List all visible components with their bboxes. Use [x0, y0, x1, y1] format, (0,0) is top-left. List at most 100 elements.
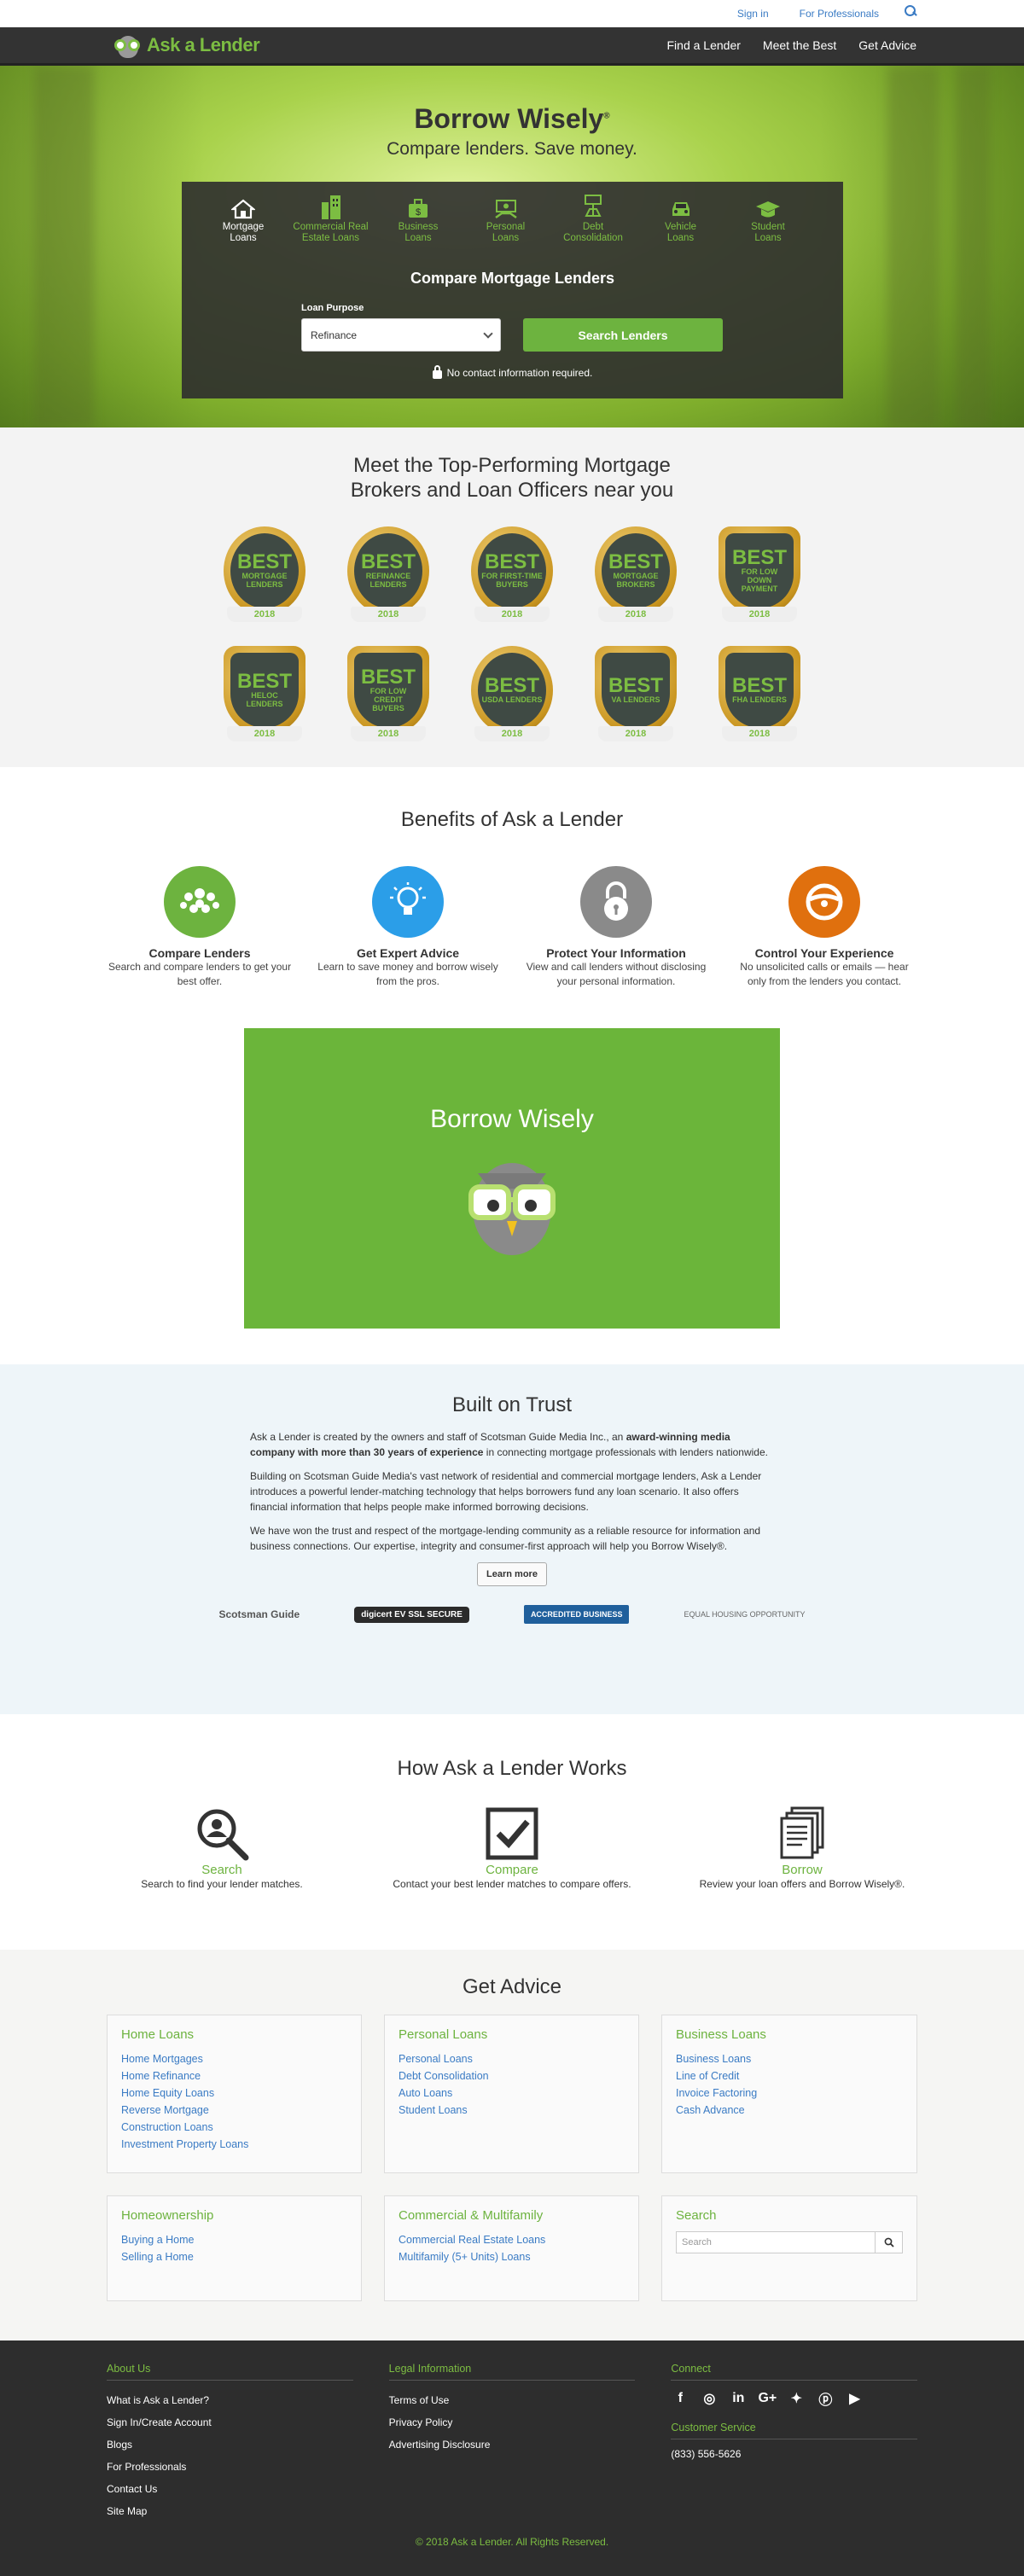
best-badge[interactable]: BEST HELOC LENDERS 2018	[222, 646, 307, 745]
advice-link[interactable]: Cash Advance	[676, 2104, 745, 2116]
learn-more-button[interactable]: Learn more	[477, 1562, 547, 1586]
best-badge[interactable]: BEST MORTGAGE LENDERS 2018	[222, 526, 307, 625]
advice-link[interactable]: Invoice Factoring	[676, 2087, 757, 2099]
list-item: Selling a Home	[121, 2248, 347, 2265]
list-item: Multifamily (5+ Units) Loans	[399, 2248, 625, 2265]
nav-meet-the-best[interactable]: Meet the Best	[763, 38, 836, 52]
main-nav: Ask a Lender Find a Lender Meet the Best…	[0, 27, 1024, 66]
footer: About Us What is Ask a Lender? Sign In/Cr…	[0, 2340, 1024, 2576]
footer-link[interactable]: For Professionals	[107, 2456, 353, 2478]
list-item: Home Mortgages	[121, 2050, 347, 2067]
advice-link[interactable]: Investment Property Loans	[121, 2138, 248, 2150]
advice-link[interactable]: Student Loans	[399, 2104, 468, 2116]
advice-link[interactable]: Commercial Real Estate Loans	[399, 2234, 545, 2246]
nav-get-advice[interactable]: Get Advice	[858, 38, 916, 52]
list-item: Buying a Home	[121, 2231, 347, 2248]
best-badge[interactable]: BEST USDA LENDERS 2018	[469, 646, 555, 745]
sign-in-link[interactable]: Sign in	[737, 8, 769, 20]
advice-link[interactable]: Construction Loans	[121, 2121, 213, 2133]
advice-link[interactable]: Home Equity Loans	[121, 2087, 214, 2099]
best-badge[interactable]: BEST MORTGAGE BROKERS 2018	[593, 526, 678, 625]
instagram-icon[interactable]: ◎	[700, 2389, 719, 2408]
footer-link[interactable]: Terms of Use	[389, 2389, 636, 2411]
advice-link[interactable]: Buying a Home	[121, 2234, 194, 2246]
badge-category: USDA LENDERS	[481, 695, 543, 704]
best-section-title: Meet the Top-Performing Mortgage Brokers…	[350, 454, 674, 502]
tab-debt-consolidation[interactable]: Debt Consolidation	[552, 194, 634, 244]
list-item: Business Loans	[676, 2050, 903, 2067]
badge-word: BEST	[236, 550, 292, 573]
footer-link[interactable]: Privacy Policy	[389, 2411, 636, 2434]
owl-mascot-icon	[468, 1163, 556, 1255]
advice-link[interactable]: Line of Credit	[676, 2070, 739, 2082]
footer-link[interactable]: Contact Us	[107, 2478, 353, 2500]
footer-link[interactable]: Advertising Disclosure	[389, 2434, 636, 2456]
best-badge[interactable]: BEST FOR LOW CREDIT BUYERS 2018	[346, 646, 431, 745]
benefit-control-experience: Control Your Experience No unsolicited c…	[730, 866, 919, 989]
tab-business-loans[interactable]: $ Business Loans	[377, 194, 459, 244]
benefit-protect-information: Protect Your Information View and call l…	[521, 866, 711, 989]
tab-mortgage-loans[interactable]: Mortgage Loans	[202, 194, 284, 244]
advice-link[interactable]: Reverse Mortgage	[121, 2104, 209, 2116]
badge-year: 2018	[227, 726, 302, 741]
advice-link[interactable]: Home Mortgages	[121, 2053, 203, 2065]
card-home-loans: Home Loans Home Mortgages Home Refinance H…	[107, 2015, 362, 2173]
for-professionals-link[interactable]: For Professionals	[800, 8, 879, 20]
advice-link[interactable]: Personal Loans	[399, 2053, 473, 2065]
linkedin-icon[interactable]: in	[729, 2389, 748, 2408]
scale-icon	[552, 194, 634, 219]
advice-link[interactable]: Selling a Home	[121, 2251, 194, 2263]
badge-word: BEST	[360, 666, 416, 689]
advice-link[interactable]: Business Loans	[676, 2053, 751, 2065]
tab-commercial-real-estate-loans[interactable]: Commercial Real Estate Loans	[290, 194, 372, 244]
advice-link[interactable]: Multifamily (5+ Units) Loans	[399, 2251, 531, 2263]
footer-link[interactable]: Sign In/Create Account	[107, 2411, 353, 2434]
badge-category: REFINANCE LENDERS	[365, 572, 411, 589]
benefits-section: Benefits of Ask a Lender Compare Lenders…	[0, 767, 1024, 1364]
best-badge[interactable]: BEST FOR FIRST-TIME BUYERS 2018	[469, 526, 555, 625]
list-item: Investment Property Loans	[121, 2136, 347, 2153]
logo-text: Ask a Lender	[147, 34, 260, 55]
scotsman-guide-logo: Scotsman Guide	[218, 1608, 300, 1620]
house-icon	[202, 194, 284, 219]
best-badge[interactable]: BEST REFINANCE LENDERS 2018	[346, 526, 431, 625]
badge-category: MORTGAGE LENDERS	[241, 572, 288, 589]
footer-link[interactable]: What is Ask a Lender?	[107, 2389, 353, 2411]
loan-purpose-select[interactable]: Refinance	[301, 318, 501, 352]
logo[interactable]: Ask a Lender	[113, 32, 260, 58]
trust-paragraph-3: We have won the trust and respect of the…	[250, 1525, 761, 1552]
footer-link[interactable]: Site Map	[107, 2500, 353, 2522]
search-lenders-button[interactable]: Search Lenders	[523, 318, 723, 352]
step-compare: Compare Contact your best lender matches…	[384, 1806, 640, 1892]
badge-category: HELOC LENDERS	[246, 691, 283, 708]
twitter-icon[interactable]: ✦	[787, 2389, 806, 2408]
advice-link[interactable]: Debt Consolidation	[399, 2070, 489, 2082]
best-badge[interactable]: BEST FOR LOW DOWN PAYMENT 2018	[717, 526, 802, 625]
how-it-works-section: How Ask a Lender Works Search Search to …	[0, 1714, 1024, 1950]
borrow-wisely-video[interactable]: Borrow Wisely	[244, 1028, 780, 1329]
best-badge[interactable]: BEST VA LENDERS 2018	[593, 646, 678, 745]
tab-personal-loans[interactable]: Personal Loans	[465, 194, 547, 244]
hero-tagline: Compare lenders. Save money.	[387, 139, 637, 159]
tab-vehicle-loans[interactable]: Vehicle Loans	[640, 194, 722, 244]
pinterest-icon[interactable]: ⓟ	[816, 2389, 835, 2408]
advice-link[interactable]: Home Refinance	[121, 2070, 201, 2082]
customer-service-phone[interactable]: (833) 556-5626	[671, 2448, 917, 2460]
best-badge[interactable]: BEST FHA LENDERS 2018	[717, 646, 802, 745]
advice-search-button[interactable]	[876, 2231, 903, 2253]
benefits-title: Benefits of Ask a Lender	[400, 808, 624, 831]
loan-search-form: Loan Purpose Refinance Search Lenders	[301, 303, 843, 352]
list-item: Home Equity Loans	[121, 2085, 347, 2102]
nav-find-a-lender[interactable]: Find a Lender	[667, 38, 741, 52]
compare-form-title: Compare Mortgage Lenders	[410, 270, 615, 287]
advice-link[interactable]: Auto Loans	[399, 2087, 452, 2099]
badge-category: FHA LENDERS	[732, 695, 787, 704]
youtube-icon[interactable]: ▶	[845, 2389, 864, 2408]
google-plus-icon[interactable]: G+	[758, 2389, 777, 2408]
search-icon[interactable]	[905, 5, 916, 17]
advice-search-input[interactable]: Search	[676, 2231, 876, 2253]
facebook-icon[interactable]: f	[671, 2389, 689, 2408]
tab-student-loans[interactable]: Student Loans	[727, 194, 809, 244]
footer-link[interactable]: Blogs	[107, 2434, 353, 2456]
loan-category-tabs: Mortgage Loans Commercial Real Estate Lo…	[182, 182, 843, 244]
